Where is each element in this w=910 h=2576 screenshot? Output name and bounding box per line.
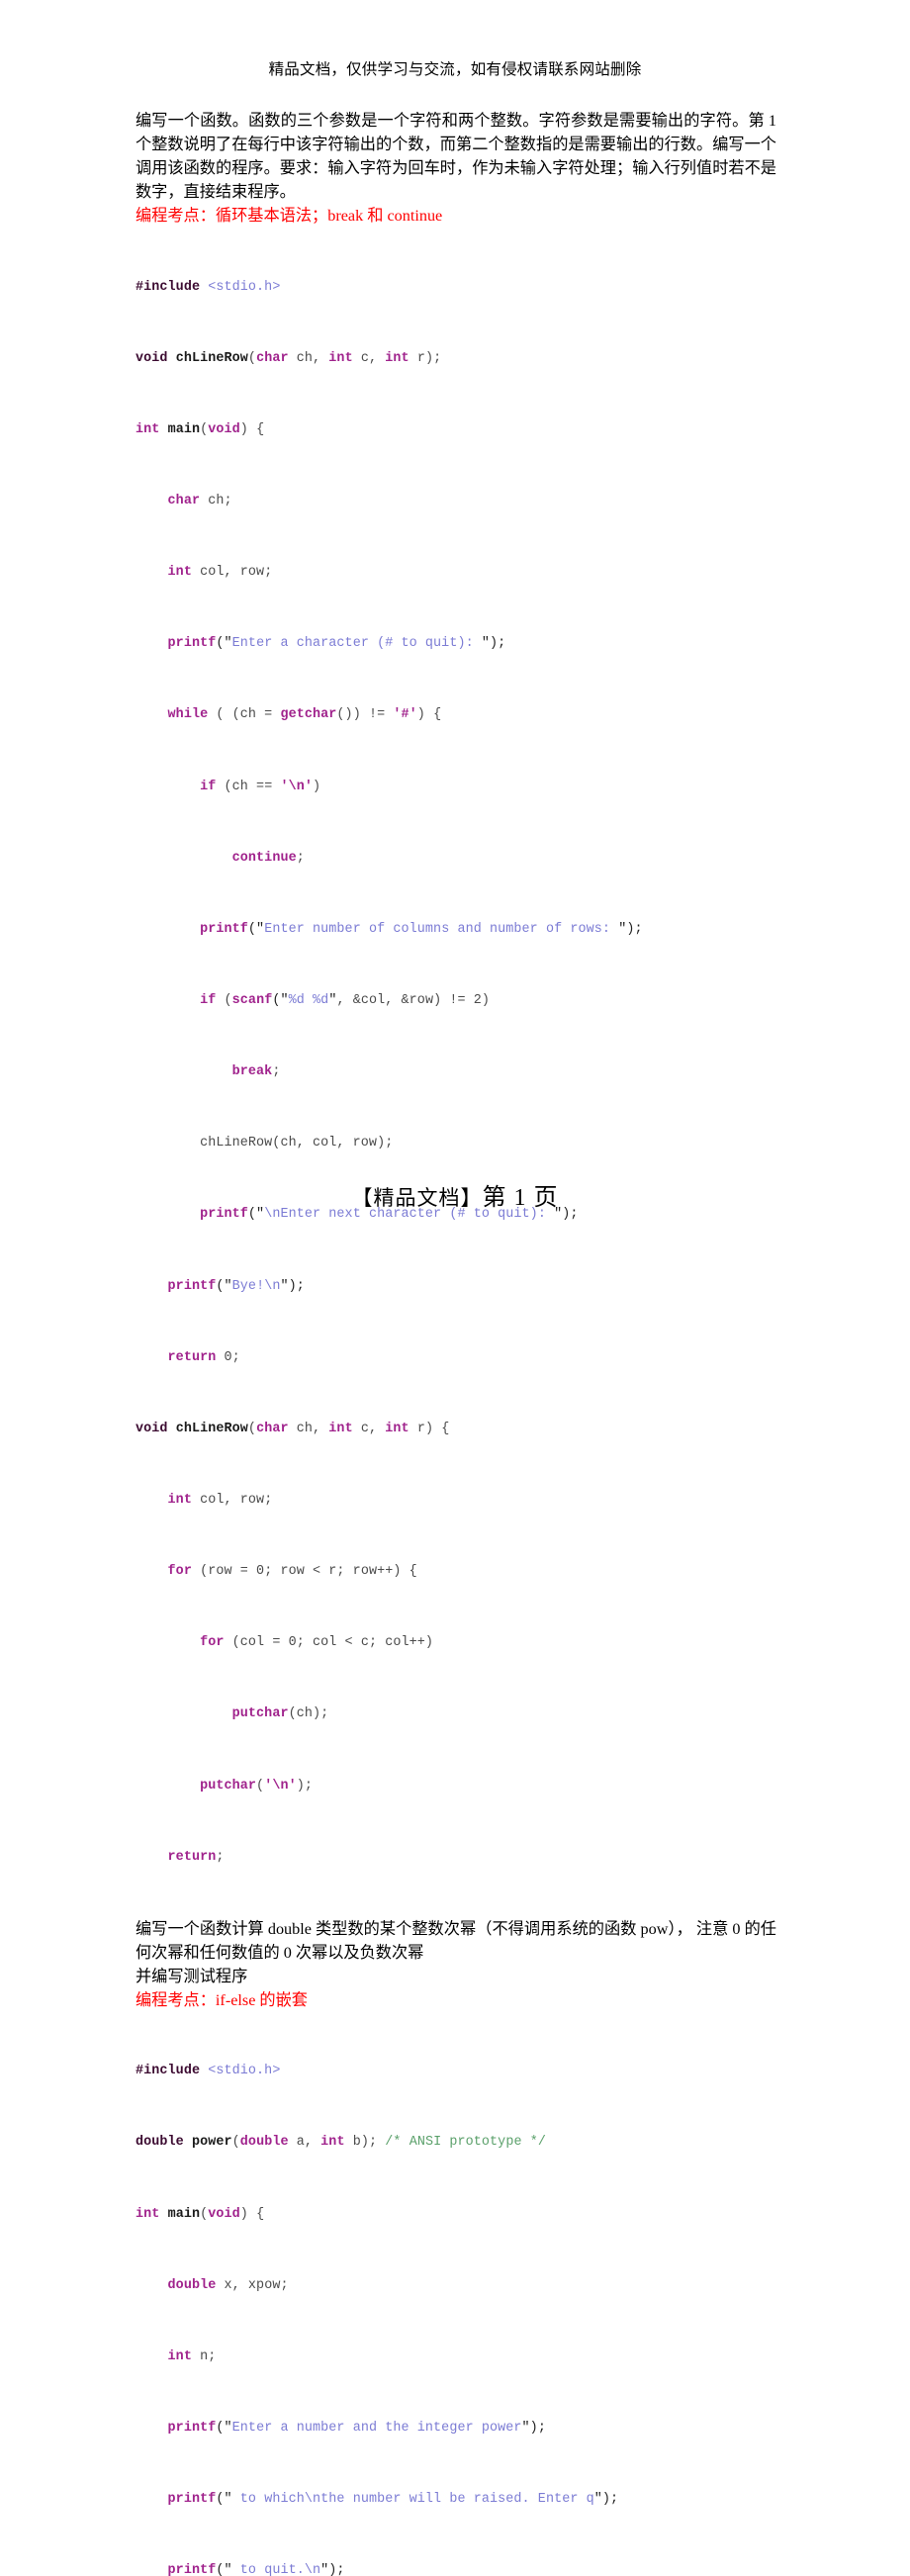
code-line: int n; <box>167 2348 217 2364</box>
note-exam-point-1: 编程考点：循环基本语法；break 和 continue <box>136 207 443 226</box>
code-block-2: #include <stdio.h> double power(double a… <box>136 2012 776 2576</box>
page-footer: 【精品文档】第 1 页 <box>0 1177 910 1212</box>
page-header-notice: 精品文档，仅供学习与交流，如有侵权请联系网站删除 <box>268 61 642 78</box>
code-line: void chLineRow(char ch, int c, int r) { <box>136 1421 450 1436</box>
code-line: break; <box>231 1064 281 1080</box>
document-page: 精品文档，仅供学习与交流，如有侵权请联系网站删除 编写一个函数。函数的三个参数是… <box>0 0 910 2576</box>
code-line: chLineRow(ch, col, row); <box>136 1136 394 1151</box>
code-line: return; <box>167 1849 225 1865</box>
document-body: 编写一个函数。函数的三个参数是一个字符和两个整数。字符参数是需要输出的字符。第 … <box>136 109 776 2576</box>
paragraph-problem-1: 编写一个函数。函数的三个参数是一个字符和两个整数。字符参数是需要输出的字符。第 … <box>136 112 776 202</box>
code-line: int main(void) { <box>136 2206 265 2222</box>
paragraph-problem-3: 并编写测试程序 <box>136 1967 248 1985</box>
code-line: int main(void) { <box>136 421 265 437</box>
code-line: for (row = 0; row < r; row++) { <box>167 1564 417 1580</box>
code-line: double power(double a, int b); /* ANSI p… <box>136 2135 546 2151</box>
code-line: void chLineRow(char ch, int c, int r); <box>136 350 442 366</box>
code-line: double x, xpow; <box>167 2277 289 2293</box>
code-line: for (col = 0; col < c; col++) <box>200 1635 434 1651</box>
code-line: printf("Enter number of columns and numb… <box>200 921 643 937</box>
code-line: if (ch == '\n') <box>200 779 321 794</box>
code-line: int col, row; <box>167 565 273 581</box>
code-line: printf(" to quit.\n"); <box>167 2563 345 2576</box>
code-line: printf("Enter a character (# to quit): "… <box>167 636 506 652</box>
code-line: #include <stdio.h> <box>136 2064 281 2079</box>
code-line: #include <stdio.h> <box>136 279 281 295</box>
code-line: printf(" to which\nthe number will be ra… <box>167 2492 619 2508</box>
code-line: putchar(ch); <box>231 1706 329 1722</box>
code-line: if (scanf("%d %d", &col, &row) != 2) <box>200 992 491 1008</box>
code-line: printf("Bye!\n"); <box>167 1278 305 1294</box>
paragraph-problem-2: 编写一个函数计算 double 类型数的某个整数次幂（不得调用系统的函数 pow… <box>136 1919 776 1962</box>
code-line: int col, row; <box>167 1492 273 1508</box>
footer-page-number: 第 1 页 <box>482 1185 559 1211</box>
code-block-1: #include <stdio.h> void chLineRow(char c… <box>136 228 776 1916</box>
code-line: putchar('\n'); <box>200 1778 314 1794</box>
code-line: printf("Enter a number and the integer p… <box>167 2420 546 2436</box>
code-line: continue; <box>231 850 305 866</box>
code-line: while ( (ch = getchar()) != '#') { <box>167 707 442 723</box>
note-exam-point-2: 编程考点：if-else 的嵌套 <box>136 1991 308 2010</box>
code-line: return 0; <box>167 1349 240 1365</box>
code-line: char ch; <box>167 493 232 508</box>
footer-brand: 【精品文档】 <box>351 1186 483 1210</box>
